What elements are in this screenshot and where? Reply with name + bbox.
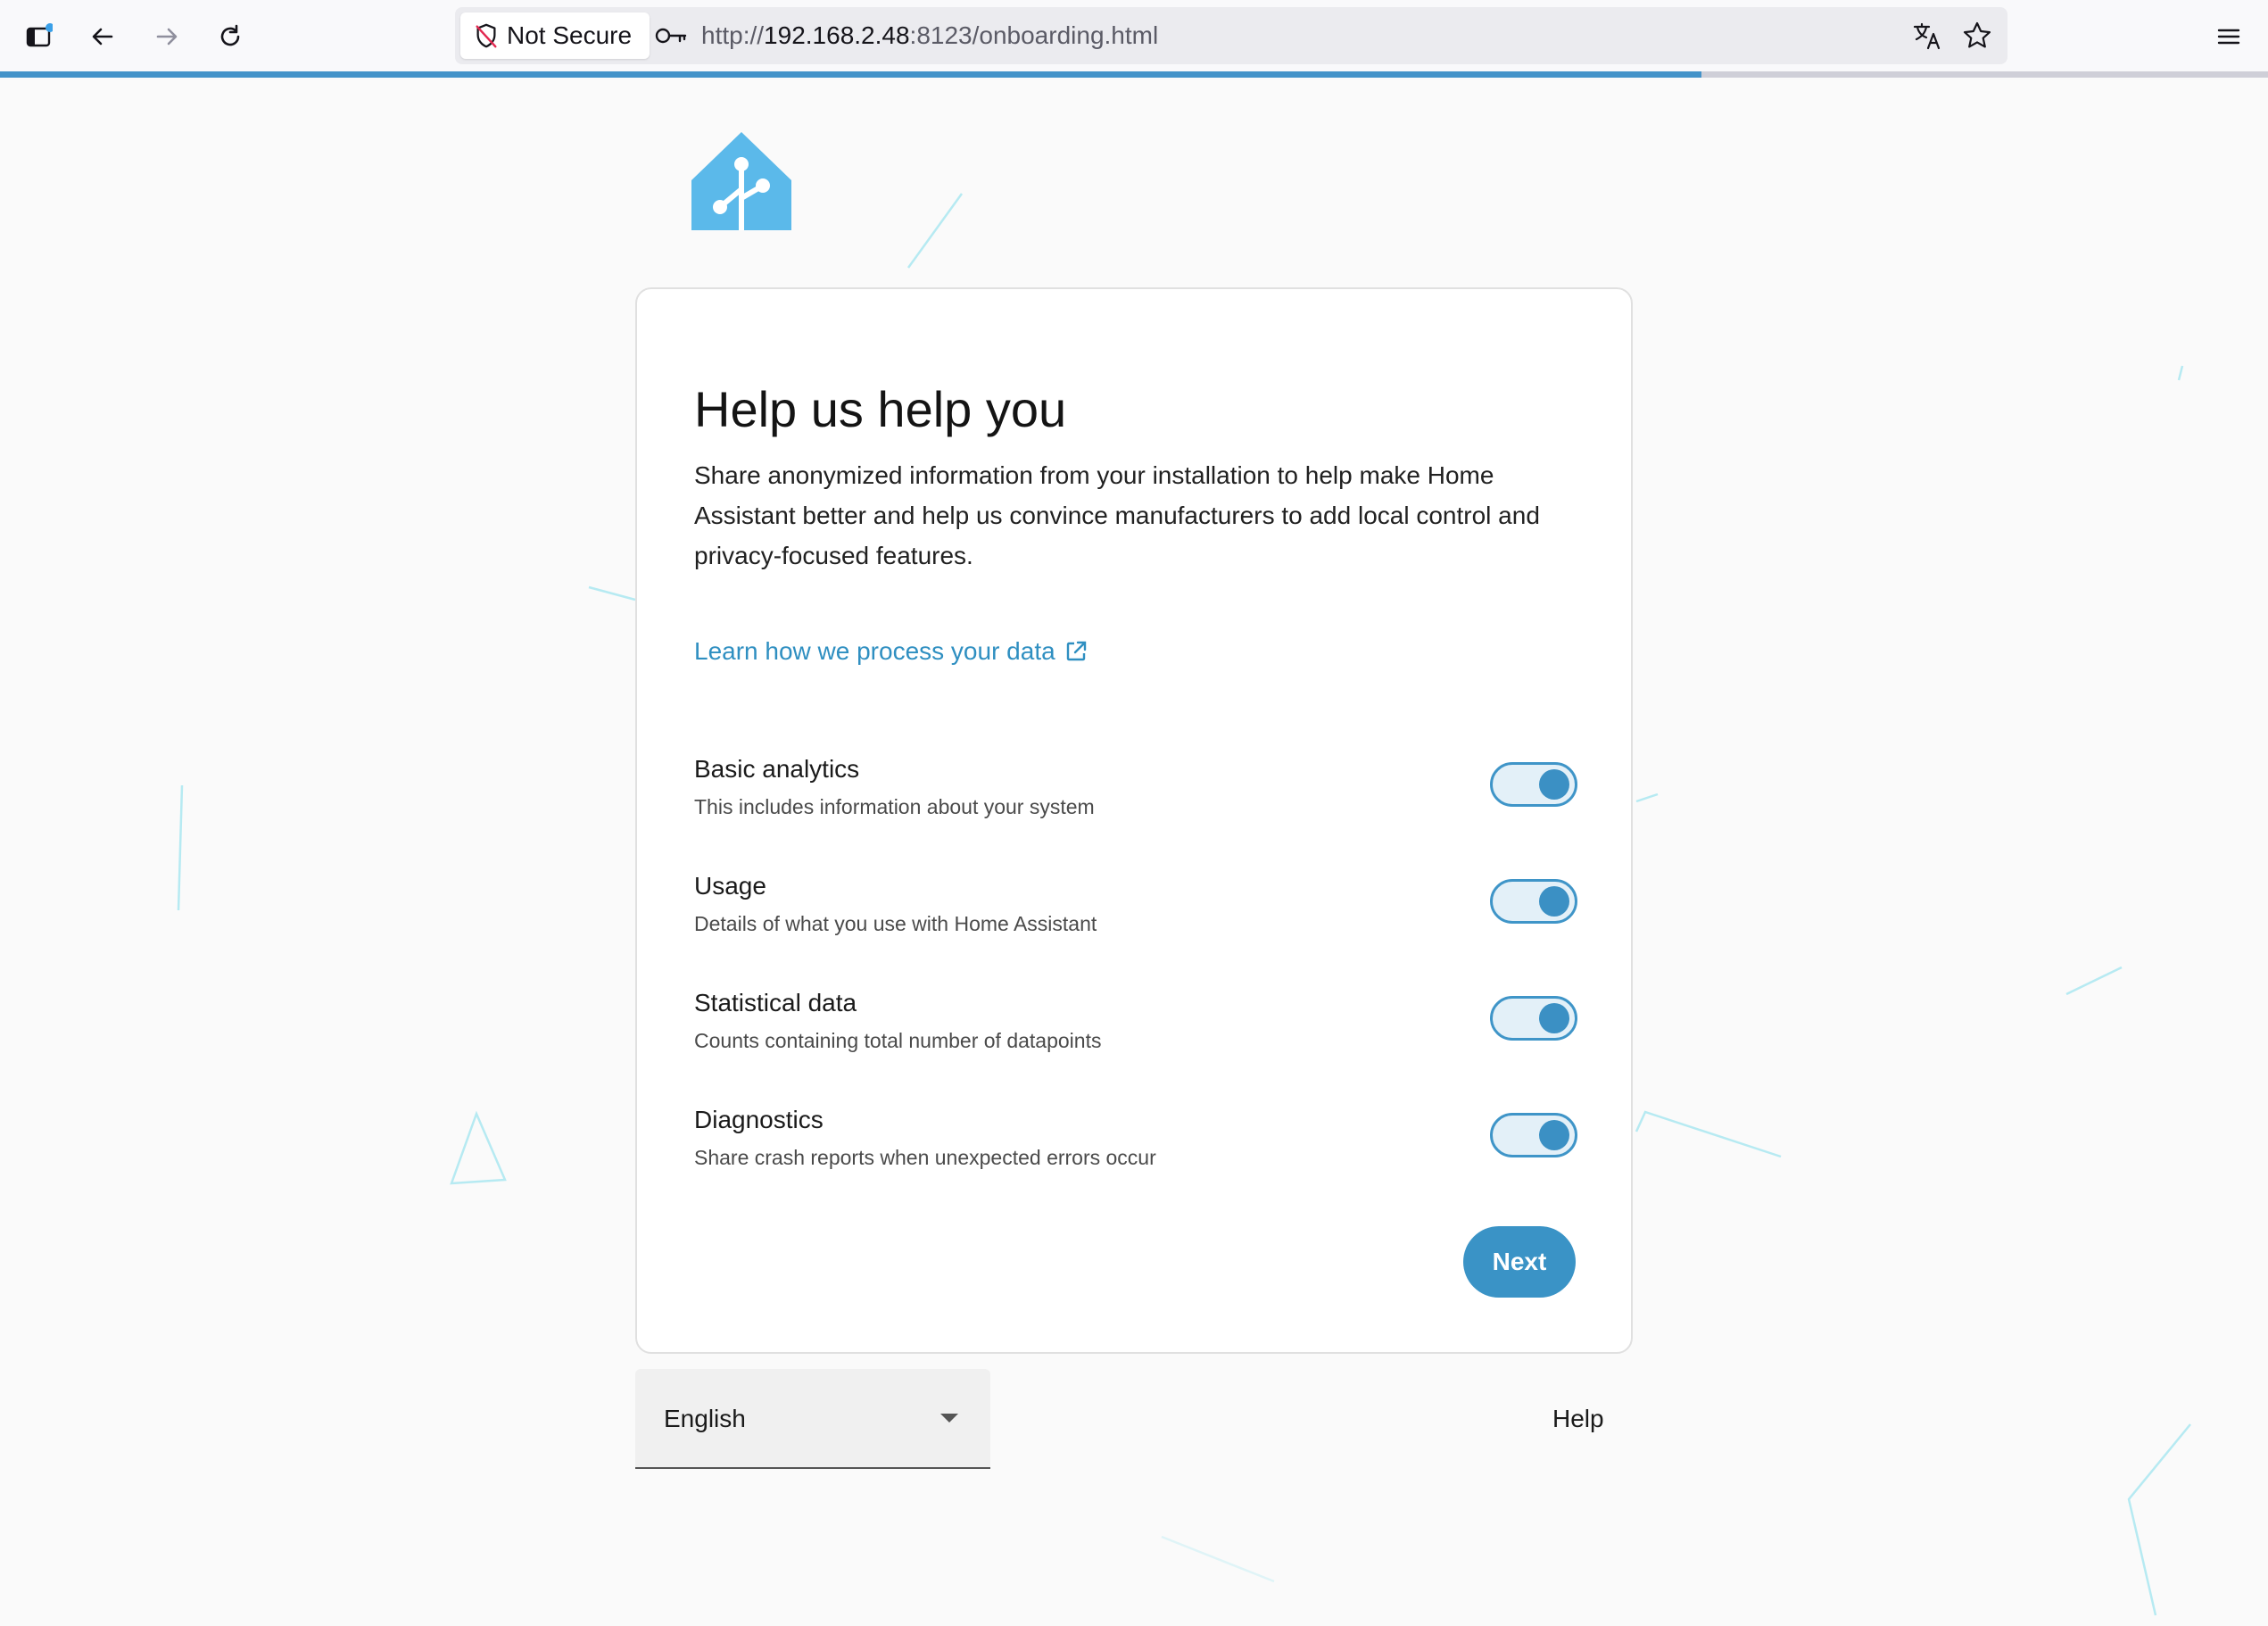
menu-button[interactable] bbox=[2206, 13, 2252, 60]
browser-toolbar: Not Secure http://192.168.2.48:8123/onbo… bbox=[0, 0, 2268, 73]
option-subtitle: Share crash reports when unexpected erro… bbox=[694, 1146, 1156, 1169]
forward-arrow-icon bbox=[156, 28, 178, 46]
sidebar-icon bbox=[26, 23, 53, 47]
option-subtitle: Counts containing total number of datapo… bbox=[694, 1029, 1102, 1052]
shield-slash-icon bbox=[476, 23, 497, 48]
option-title: Statistical data bbox=[694, 989, 857, 1016]
back-arrow-icon bbox=[92, 28, 113, 46]
back-button[interactable] bbox=[79, 13, 126, 60]
statistical-data-toggle[interactable] bbox=[1490, 996, 1577, 1041]
option-diagnostics: Diagnostics Share crash reports when une… bbox=[694, 1106, 1577, 1204]
analytics-card: Help us help you Share anonymized inform… bbox=[635, 287, 1633, 1354]
option-usage: Usage Details of what you use with Home … bbox=[694, 872, 1577, 970]
page-load-progress-fill bbox=[0, 71, 1701, 78]
star-icon[interactable] bbox=[1961, 20, 1993, 52]
toggle-knob bbox=[1539, 1003, 1569, 1033]
forward-button[interactable] bbox=[144, 13, 190, 60]
address-bar[interactable]: Not Secure http://192.168.2.48:8123/onbo… bbox=[455, 7, 2007, 64]
page-load-progress bbox=[0, 71, 2268, 78]
toggle-knob bbox=[1539, 769, 1569, 800]
key-icon[interactable] bbox=[653, 20, 689, 52]
help-link[interactable]: Help bbox=[1552, 1405, 1604, 1433]
toggle-knob bbox=[1539, 1120, 1569, 1150]
option-basic-analytics: Basic analytics This includes informatio… bbox=[694, 755, 1577, 853]
url-host: 192.168.2.48 bbox=[764, 21, 910, 49]
security-label: Not Secure bbox=[507, 21, 633, 49]
diagnostics-toggle[interactable] bbox=[1490, 1113, 1577, 1157]
home-assistant-logo bbox=[691, 132, 791, 230]
next-button[interactable]: Next bbox=[1463, 1226, 1576, 1298]
card-description: Share anonymized information from your i… bbox=[694, 461, 1540, 569]
url-prefix: http:// bbox=[701, 21, 765, 49]
reload-button[interactable] bbox=[207, 13, 253, 60]
sidebar-button[interactable] bbox=[15, 13, 62, 60]
learn-more-label: Learn how we process your data bbox=[694, 637, 1055, 665]
url-text[interactable]: http://192.168.2.48:8123/onboarding.html bbox=[701, 21, 1158, 50]
security-indicator[interactable]: Not Secure bbox=[460, 12, 650, 59]
option-title: Basic analytics bbox=[694, 755, 860, 783]
option-title: Usage bbox=[694, 872, 766, 900]
option-subtitle: Details of what you use with Home Assist… bbox=[694, 912, 1097, 935]
url-suffix: :8123/onboarding.html bbox=[909, 21, 1159, 49]
option-subtitle: This includes information about your sys… bbox=[694, 795, 1095, 818]
translate-icon[interactable] bbox=[1911, 20, 1943, 52]
external-link-icon bbox=[1066, 641, 1086, 661]
option-title: Diagnostics bbox=[694, 1106, 824, 1133]
reload-icon bbox=[220, 24, 240, 46]
option-statistical-data: Statistical data Counts containing total… bbox=[694, 989, 1577, 1087]
usage-toggle[interactable] bbox=[1490, 879, 1577, 924]
language-select[interactable]: English bbox=[635, 1369, 990, 1469]
page-title: Help us help you bbox=[694, 381, 1067, 437]
learn-more-link[interactable]: Learn how we process your data bbox=[694, 637, 1088, 666]
basic-analytics-toggle[interactable] bbox=[1490, 762, 1577, 807]
menu-icon bbox=[2217, 29, 2240, 45]
toggle-knob bbox=[1539, 886, 1569, 917]
dropdown-arrow-icon bbox=[940, 1414, 958, 1423]
language-value: English bbox=[664, 1405, 746, 1432]
